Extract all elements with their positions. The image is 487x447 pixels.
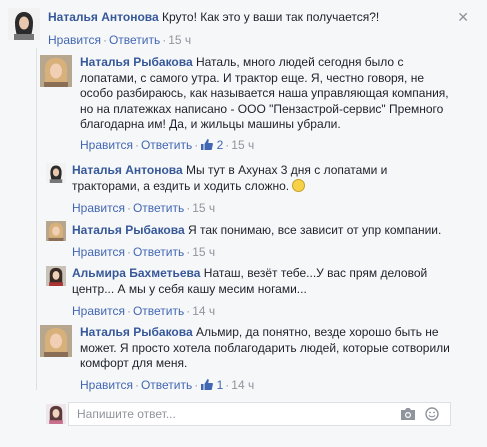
like-button[interactable]: Нравится — [72, 304, 125, 318]
like-button[interactable]: Нравится — [72, 245, 125, 259]
comment-actions: Нравится · Ответить · 15 ч — [48, 33, 192, 47]
reply-box — [68, 402, 451, 426]
comment-body: Наталья Антонова Круто! Как это у ваши т… — [48, 10, 448, 26]
reply-button[interactable]: Ответить — [133, 245, 184, 259]
comment-author[interactable]: Альмира Бахметьева — [72, 266, 200, 280]
comment-body: Альмира Бахметьева Наташ, везёт тебе...У… — [72, 266, 442, 297]
comment-actions: Нравится · Ответить · 14 ч — [72, 304, 216, 318]
avatar[interactable] — [40, 55, 72, 87]
reply-button[interactable]: Ответить — [141, 138, 192, 152]
comment-body: Наталья Рыбакова Я так понимаю, все зави… — [72, 223, 450, 239]
comment-time[interactable]: 15 ч — [168, 33, 191, 47]
comment-author[interactable]: Наталья Рыбакова — [80, 55, 193, 69]
comment-author[interactable]: Наталья Рыбакова — [80, 325, 193, 339]
comment-time[interactable]: 15 ч — [192, 201, 215, 215]
like-count[interactable]: 1 — [200, 378, 223, 392]
comment-body: Наталья Рыбакова Наталь, много людей сег… — [80, 55, 450, 133]
avatar[interactable] — [40, 325, 72, 357]
like-button[interactable]: Нравится — [80, 138, 133, 152]
comment-time[interactable]: 15 ч — [192, 245, 215, 259]
comment-author[interactable]: Наталья Антонова — [72, 163, 183, 177]
reply-input[interactable] — [77, 407, 377, 421]
like-button[interactable]: Нравится — [80, 378, 133, 392]
thread-line — [36, 48, 37, 390]
comment-body: Наталья Антонова Мы тут в Ахунах 3 дня с… — [72, 163, 450, 194]
avatar[interactable] — [8, 8, 40, 40]
comment-actions: Нравится · Ответить · 2 · 15 ч — [80, 138, 255, 152]
smile-emoji-icon — [292, 178, 306, 192]
comment-actions: Нравится · Ответить · 15 ч — [72, 201, 216, 215]
comment-author[interactable]: Наталья Антонова — [48, 10, 159, 24]
avatar[interactable] — [46, 163, 66, 183]
thumbs-up-icon — [201, 139, 214, 150]
comment-time[interactable]: 15 ч — [231, 138, 254, 152]
comment-text: Круто! Как это у ваши так получается?! — [162, 10, 380, 24]
comment-author[interactable]: Наталья Рыбакова — [72, 223, 185, 237]
camera-icon[interactable] — [400, 407, 416, 421]
reply-button[interactable]: Ответить — [109, 33, 160, 47]
current-user-avatar[interactable] — [46, 404, 66, 424]
emoji-icon[interactable] — [424, 407, 440, 421]
avatar[interactable] — [46, 266, 66, 286]
comment-time[interactable]: 14 ч — [231, 378, 254, 392]
thumbs-up-icon — [201, 379, 214, 390]
reply-button[interactable]: Ответить — [133, 201, 184, 215]
reply-button[interactable]: Ответить — [133, 304, 184, 318]
like-count[interactable]: 2 — [200, 138, 223, 152]
like-button[interactable]: Нравится — [48, 33, 101, 47]
comment-actions: Нравится · Ответить · 1 · 14 ч — [80, 378, 255, 392]
comment-body: Наталья Рыбакова Альмир, да понятно, вез… — [80, 325, 450, 372]
comment-time[interactable]: 14 ч — [192, 304, 215, 318]
comment-text: Я так понимаю, все зависит от упр компан… — [187, 223, 442, 237]
reply-button[interactable]: Ответить — [141, 378, 192, 392]
like-button[interactable]: Нравится — [72, 201, 125, 215]
comment-actions: Нравится · Ответить · 15 ч — [72, 245, 216, 259]
close-icon[interactable]: ✕ — [457, 10, 469, 24]
avatar[interactable] — [46, 221, 66, 241]
